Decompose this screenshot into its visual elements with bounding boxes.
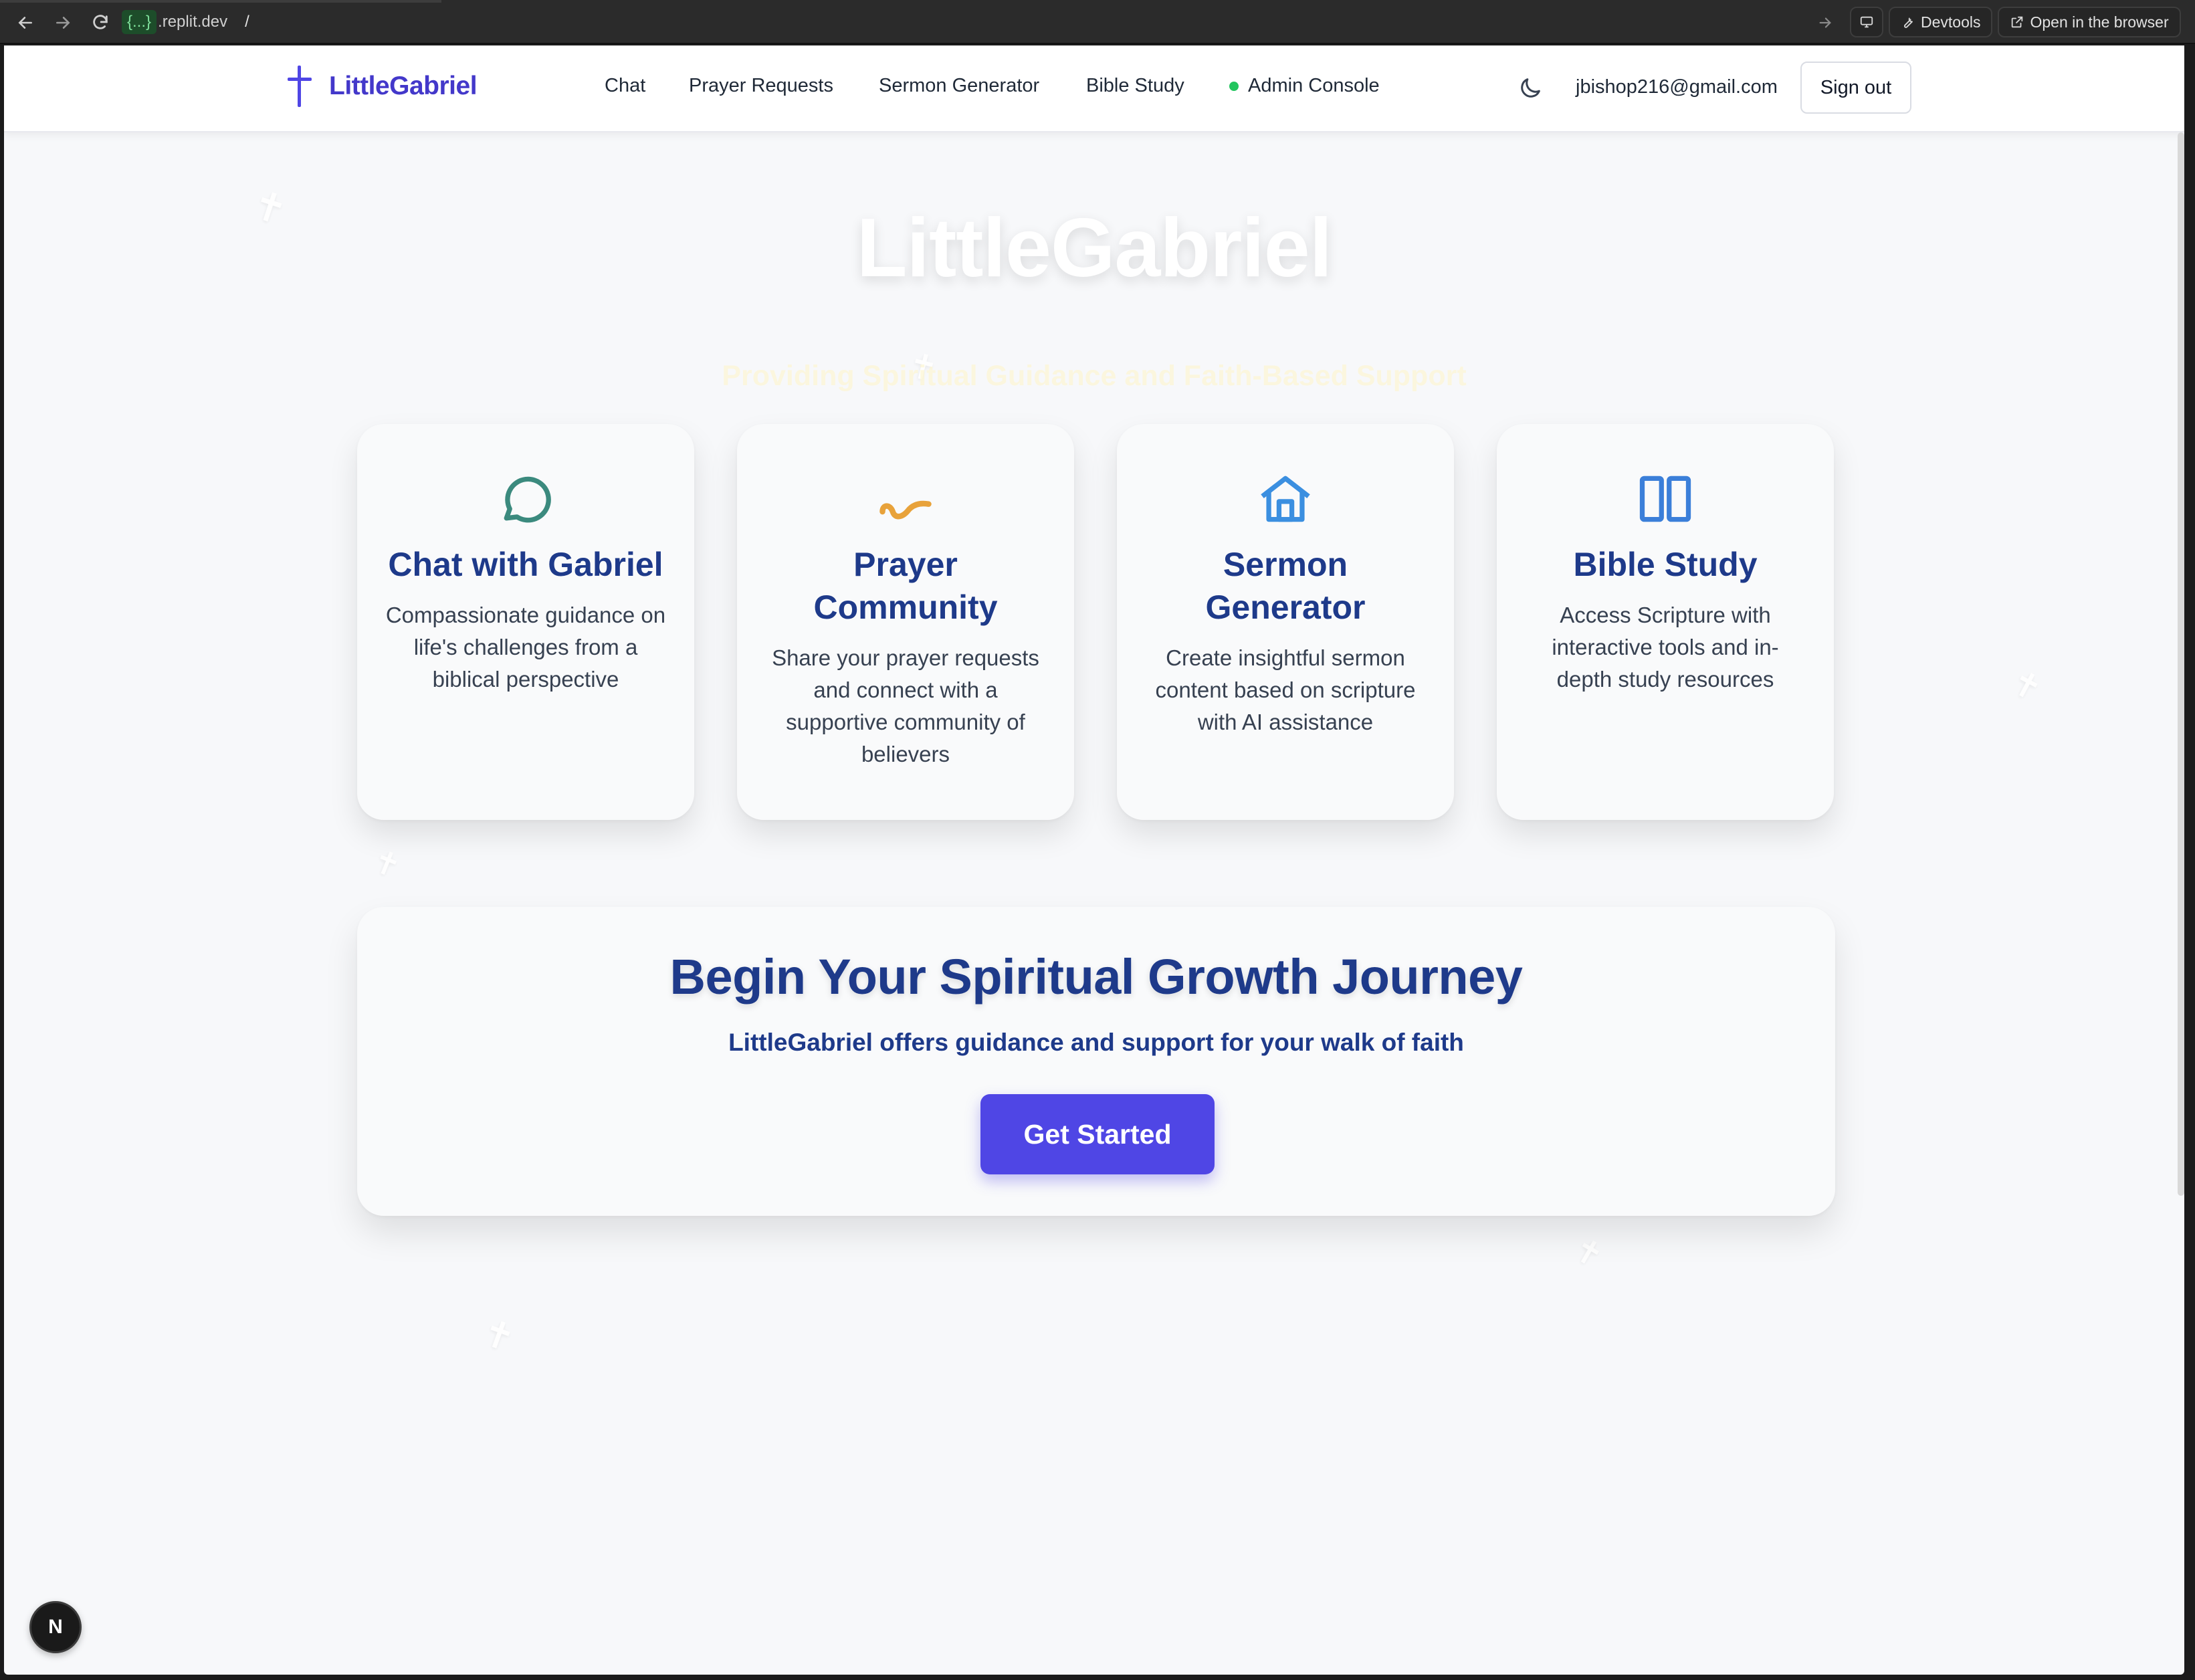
cross-icon xyxy=(288,66,312,107)
sign-out-button[interactable]: Sign out xyxy=(1800,62,1911,114)
moon-icon[interactable] xyxy=(1517,75,1544,102)
card-title: Sermon Generator xyxy=(1205,546,1366,626)
cta-subtitle: LittleGabriel offers guidance and suppor… xyxy=(728,1029,1464,1056)
status-dot xyxy=(1229,81,1239,91)
scrollbar[interactable] xyxy=(2178,132,2184,1196)
browser-toolbar: {...} .replit.dev / Devtools Open in the… xyxy=(0,0,2195,44)
chat-bubble-icon xyxy=(494,467,558,531)
user-email: jbishop216@gmail.com xyxy=(1576,76,1778,98)
open-in-browser-button[interactable]: Open in the browser xyxy=(1998,7,2181,37)
admin-console-label: Admin Console xyxy=(1248,75,1380,96)
decorative-cross-icon: ✝ xyxy=(1566,1229,1610,1276)
url-path: / xyxy=(245,13,249,31)
reload-icon[interactable] xyxy=(87,9,114,36)
squiggle-icon xyxy=(873,467,938,531)
nav-link-admin-console[interactable]: Admin Console xyxy=(1229,75,1380,97)
card-title: Chat with Gabriel xyxy=(388,546,663,583)
get-started-button[interactable]: Get Started xyxy=(980,1094,1215,1174)
nav-link-bible-study[interactable]: Bible Study xyxy=(1086,75,1184,97)
decorative-cross-icon: ✝ xyxy=(367,843,406,886)
devtools-label: Devtools xyxy=(1921,13,1981,31)
monitor-icon xyxy=(1860,16,1873,28)
card-description: Create insightful sermon content based o… xyxy=(1155,645,1416,734)
nav-link-prayer-requests[interactable]: Prayer Requests xyxy=(689,75,833,97)
nav-link-chat[interactable]: Chat xyxy=(605,75,645,97)
hero-subtitle: Providing Spiritual Guidance and Faith-B… xyxy=(722,360,1467,392)
feature-card-prayer[interactable]: Prayer Community Share your prayer reque… xyxy=(737,424,1074,820)
card-description: Compassionate guidance on life's challen… xyxy=(385,603,666,692)
device-preview-button[interactable] xyxy=(1850,7,1883,37)
open-in-browser-label: Open in the browser xyxy=(2030,13,2169,31)
church-home-icon xyxy=(1253,467,1318,531)
cta-panel: Begin Your Spiritual Growth Journey Litt… xyxy=(357,907,1835,1216)
url-highlight: {...} xyxy=(122,10,157,34)
decorative-cross-icon: ✝ xyxy=(476,1309,521,1361)
feature-card-bible-study[interactable]: Bible Study Access Scripture with intera… xyxy=(1497,424,1834,820)
wrench-icon xyxy=(1903,17,1913,28)
feature-cards: Chat with Gabriel Compassionate guidance… xyxy=(357,424,1835,820)
nextjs-badge[interactable]: N xyxy=(29,1601,82,1653)
card-description: Share your prayer requests and connect w… xyxy=(772,645,1039,766)
decorative-cross-icon: ✝ xyxy=(2004,662,2049,710)
address-bar[interactable]: {...} .replit.dev / xyxy=(122,8,249,36)
forward-arrow-icon[interactable] xyxy=(49,9,76,36)
external-link-icon xyxy=(2012,16,2023,28)
hero-title: LittleGabriel xyxy=(856,202,1332,294)
top-navbar: LittleGabriel Chat Prayer Requests Sermo… xyxy=(4,45,2184,132)
nav-link-sermon-generator[interactable]: Sermon Generator xyxy=(879,75,1039,97)
url-host: .replit.dev xyxy=(158,13,228,31)
brand-logo[interactable]: LittleGabriel xyxy=(288,66,478,107)
feature-card-chat[interactable]: Chat with Gabriel Compassionate guidance… xyxy=(357,424,694,820)
app-viewport: ✝ ✝ ✝ ✝ ✝ ✝ LittleGabriel Chat Prayer Re… xyxy=(4,45,2184,1675)
back-arrow-icon[interactable] xyxy=(12,9,39,36)
cta-title: Begin Your Spiritual Growth Journey xyxy=(669,949,1523,1005)
card-description: Access Scripture with interactive tools … xyxy=(1552,603,1779,692)
tab-strip-indicator xyxy=(0,0,441,3)
open-book-icon xyxy=(1633,467,1697,531)
devtools-button[interactable]: Devtools xyxy=(1889,7,1993,37)
card-title: Prayer Community xyxy=(813,546,998,626)
card-title: Bible Study xyxy=(1573,546,1758,583)
brand-name: LittleGabriel xyxy=(329,72,478,100)
go-arrow-icon[interactable] xyxy=(1814,9,1837,36)
feature-card-sermon[interactable]: Sermon Generator Create insightful sermo… xyxy=(1117,424,1454,820)
